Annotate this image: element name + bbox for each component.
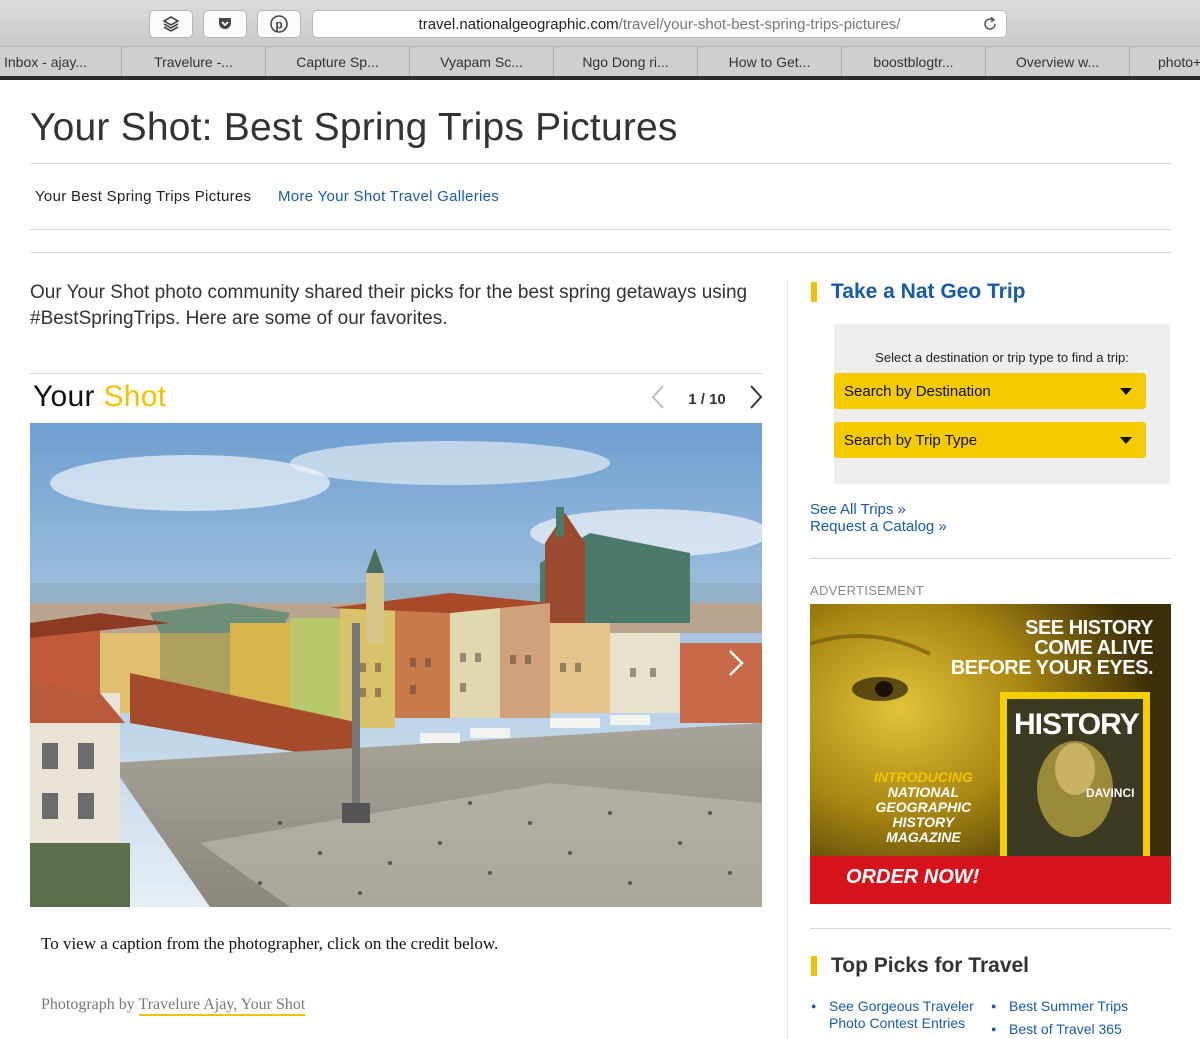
ad-order-button[interactable]: ORDER NOW!: [846, 866, 979, 889]
heading-accent-bar: [811, 282, 817, 302]
pinterest-icon[interactable]: p: [257, 10, 301, 38]
divider: [30, 252, 1171, 253]
trip-heading-text[interactable]: Take a Nat Geo Trip: [831, 280, 1026, 304]
advertisement-banner[interactable]: SEE HISTORY COME ALIVE BEFORE YOUR EYES.…: [810, 604, 1171, 904]
gallery-photo[interactable]: [30, 423, 762, 907]
tab-bar: Inbox - ajay... Travelure -... Capture S…: [0, 46, 1200, 76]
trip-type-select-label: Search by Trip Type: [844, 431, 978, 449]
heading-accent-bar: [811, 956, 817, 976]
tab[interactable]: Capture Sp...: [266, 47, 410, 76]
divider: [810, 558, 1171, 559]
ad-headline: SEE HISTORY COME ALIVE BEFORE YOUR EYES.: [950, 617, 1154, 679]
ad-headline-line: SEE HISTORY: [1025, 617, 1153, 639]
subnav-current: Your Best Spring Trips Pictures: [35, 188, 252, 205]
gallery-pager: 1 / 10: [651, 384, 763, 415]
trip-heading: Take a Nat Geo Trip: [811, 280, 1026, 304]
ad-magazine-cover-line: DAVINCI: [1086, 786, 1135, 800]
ad-intro-line: HISTORY: [892, 814, 955, 830]
trip-finder: Select a destination or trip type to fin…: [834, 324, 1170, 484]
your-shot-logo: Your Shot: [33, 380, 166, 414]
ad-intro-line: MAGAZINE: [886, 829, 961, 845]
ad-headline-line: BEFORE YOUR EYES.: [950, 657, 1154, 679]
top-pick-link[interactable]: See Gorgeous Traveler Photo Contest Entr…: [811, 998, 989, 1032]
svg-text:p: p: [275, 18, 282, 32]
intro-text: Our Your Shot photo community shared the…: [30, 282, 748, 329]
top-picks-list-2: Best Summer Trips Best of Travel 365: [991, 998, 1171, 1039]
destination-select-label: Search by Destination: [844, 382, 991, 400]
tab[interactable]: Travelure -...: [122, 47, 266, 76]
tab[interactable]: photo+: [1130, 47, 1200, 76]
prev-arrow-icon[interactable]: [651, 384, 665, 415]
photo-next-arrow-icon[interactable]: [727, 648, 745, 683]
url-path: /travel/your-shot-best-spring-trips-pict…: [618, 15, 901, 33]
top-picks-heading: Top Picks for Travel: [811, 954, 1029, 978]
tab[interactable]: Ngo Dong ri...: [554, 47, 698, 76]
see-all-trips-link[interactable]: See All Trips »: [810, 501, 906, 518]
photo-credit: Photograph by Travelure Ajay, Your Shot: [41, 996, 306, 1016]
browser-toolbar: p travel.nationalgeographic.com/travel/y…: [0, 0, 1200, 46]
gallery-counter: 1 / 10: [688, 390, 726, 408]
ad-magazine-title: HISTORY: [1014, 708, 1140, 741]
caption-hint: To view a caption from the photographer,…: [41, 934, 499, 953]
logo-word-your: Your: [33, 380, 95, 413]
top-pick-link[interactable]: Best Summer Trips: [991, 998, 1171, 1015]
trip-finder-prompt: Select a destination or trip type to fin…: [875, 350, 1129, 365]
logo-word-shot: Shot: [103, 380, 167, 413]
ad-label: ADVERTISEMENT: [810, 583, 925, 598]
divider: [30, 373, 762, 374]
page-content: Your Shot: Best Spring Trips Pictures Yo…: [5, 80, 1195, 1039]
credit-link[interactable]: Travelure Ajay, Your Shot: [138, 996, 306, 1016]
request-catalog-link[interactable]: Request a Catalog »: [810, 518, 947, 535]
page-title: Your Shot: Best Spring Trips Pictures: [30, 106, 678, 149]
subnav-more-galleries-link[interactable]: More Your Shot Travel Galleries: [278, 188, 499, 205]
ad-intro-line: INTRODUCING: [874, 769, 973, 785]
divider: [30, 229, 1171, 230]
tab[interactable]: Overview w...: [986, 47, 1130, 76]
layers-icon[interactable]: [149, 10, 193, 38]
chevron-down-icon: [1120, 437, 1132, 444]
tab[interactable]: Vyapam Sc...: [410, 47, 554, 76]
trip-type-select[interactable]: Search by Trip Type: [834, 422, 1146, 458]
address-bar[interactable]: travel.nationalgeographic.com/travel/you…: [312, 10, 1007, 38]
reload-icon[interactable]: [982, 16, 998, 36]
ad-intro-line: NATIONAL: [887, 784, 960, 800]
destination-select[interactable]: Search by Destination: [834, 373, 1146, 409]
tab[interactable]: How to Get...: [698, 47, 842, 76]
divider: [30, 163, 1171, 164]
ad-intro-line: GEOGRAPHIC: [875, 799, 972, 815]
next-arrow-icon[interactable]: [749, 384, 763, 415]
ad-intro: INTRODUCING NATIONAL GEOGRAPHIC HISTORY …: [874, 770, 973, 845]
tab[interactable]: Inbox - ajay...: [0, 47, 122, 76]
url-host: travel.nationalgeographic.com: [418, 15, 619, 33]
divider: [810, 928, 1171, 929]
top-picks-list-1: See Gorgeous Traveler Photo Contest Entr…: [811, 998, 989, 1038]
pocket-icon[interactable]: [203, 10, 247, 38]
chevron-down-icon: [1120, 388, 1132, 395]
ad-headline-line: COME ALIVE: [1034, 637, 1153, 659]
top-pick-link[interactable]: Best of Travel 365: [991, 1021, 1171, 1038]
column-divider: [787, 280, 788, 1039]
credit-prefix: Photograph by: [41, 996, 135, 1013]
top-picks-heading-text: Top Picks for Travel: [831, 954, 1030, 977]
tab[interactable]: boostblogtr...: [842, 47, 986, 76]
